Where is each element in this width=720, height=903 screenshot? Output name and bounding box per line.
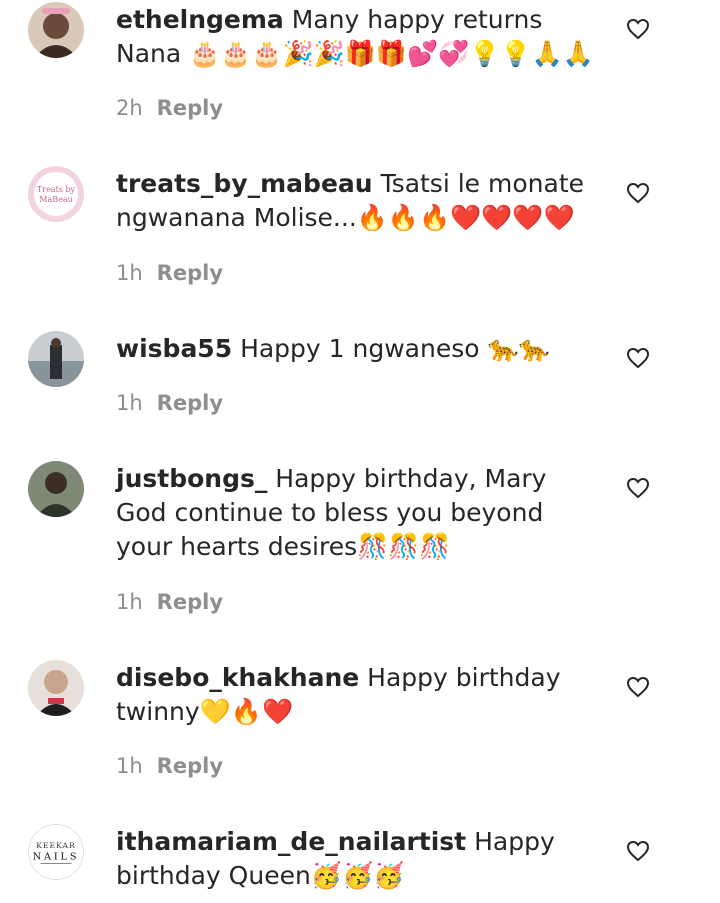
comment-emoji: 🐆🐆	[487, 334, 550, 363]
comment-username[interactable]: ithamariam_de_nailartist	[116, 827, 466, 856]
comment-body: treats_by_mabeau Tsatsi le monate ngwana…	[116, 167, 596, 235]
comment-username[interactable]: treats_by_mabeau	[116, 169, 373, 198]
comment-time: 2h	[116, 96, 143, 120]
comment-emoji: 🎊🎊🎊	[357, 532, 451, 561]
comment-emoji: 🔥🔥🔥❤️❤️❤️❤️	[356, 203, 575, 232]
comment-username[interactable]: ethelngema	[116, 5, 284, 34]
comment-emoji: 🥳🥳🥳	[310, 861, 405, 890]
comment-emoji: 💛🔥❤️	[199, 697, 294, 726]
comment-time: 1h	[116, 261, 143, 285]
like-heart-icon[interactable]	[626, 676, 650, 698]
avatar[interactable]: KEEKAR NAILS	[28, 824, 84, 880]
comment-meta: 1h Reply	[116, 261, 223, 285]
comment-time: 1h	[116, 754, 143, 778]
like-heart-icon[interactable]	[626, 477, 650, 499]
reply-button[interactable]: Reply	[157, 261, 223, 285]
like-heart-icon[interactable]	[626, 347, 650, 369]
avatar[interactable]	[28, 461, 84, 517]
comment-username[interactable]: justbongs_	[116, 464, 267, 493]
comment-time: 1h	[116, 391, 143, 415]
svg-text:KEEKAR: KEEKAR	[36, 841, 76, 850]
reply-button[interactable]: Reply	[157, 754, 223, 778]
comment-emoji: 🎂🎂🎂🎉🎉🎁🎁💕💞💡💡🙏🙏	[189, 39, 594, 68]
comment-text: Happy 1 ngwaneso	[240, 334, 480, 363]
like-heart-icon[interactable]	[626, 182, 650, 204]
comment-meta: 1h Reply	[116, 590, 223, 614]
comment-meta: 1h Reply	[116, 754, 223, 778]
comment-meta: 2h Reply	[116, 96, 223, 120]
avatar[interactable]: Treats by MaBeau	[28, 166, 84, 222]
comment-username[interactable]: disebo_khakhane	[116, 663, 359, 692]
reply-button[interactable]: Reply	[157, 590, 223, 614]
svg-text:MaBeau: MaBeau	[39, 195, 73, 204]
svg-text:NAILS: NAILS	[33, 852, 80, 863]
like-heart-icon[interactable]	[626, 840, 650, 862]
comment-body: wisba55 Happy 1 ngwaneso 🐆🐆	[116, 332, 596, 366]
comment-username[interactable]: wisba55	[116, 334, 232, 363]
comment-body: ithamariam_de_nailartist Happy birthday …	[116, 825, 596, 893]
avatar[interactable]	[28, 660, 84, 716]
reply-button[interactable]: Reply	[157, 391, 223, 415]
reply-button[interactable]: Reply	[157, 96, 223, 120]
like-heart-icon[interactable]	[626, 18, 650, 40]
comment-meta: 1h Reply	[116, 391, 223, 415]
avatar[interactable]	[28, 2, 84, 58]
comment-body: justbongs_ Happy birthday, Mary God cont…	[116, 462, 596, 564]
comment-time: 1h	[116, 590, 143, 614]
svg-text:Treats by: Treats by	[37, 185, 76, 194]
avatar[interactable]	[28, 331, 84, 387]
comment-body: ethelngema Many happy returns Nana 🎂🎂🎂🎉🎉…	[116, 3, 596, 71]
comment-body: disebo_khakhane Happy birthday twinny💛🔥❤…	[116, 661, 596, 729]
